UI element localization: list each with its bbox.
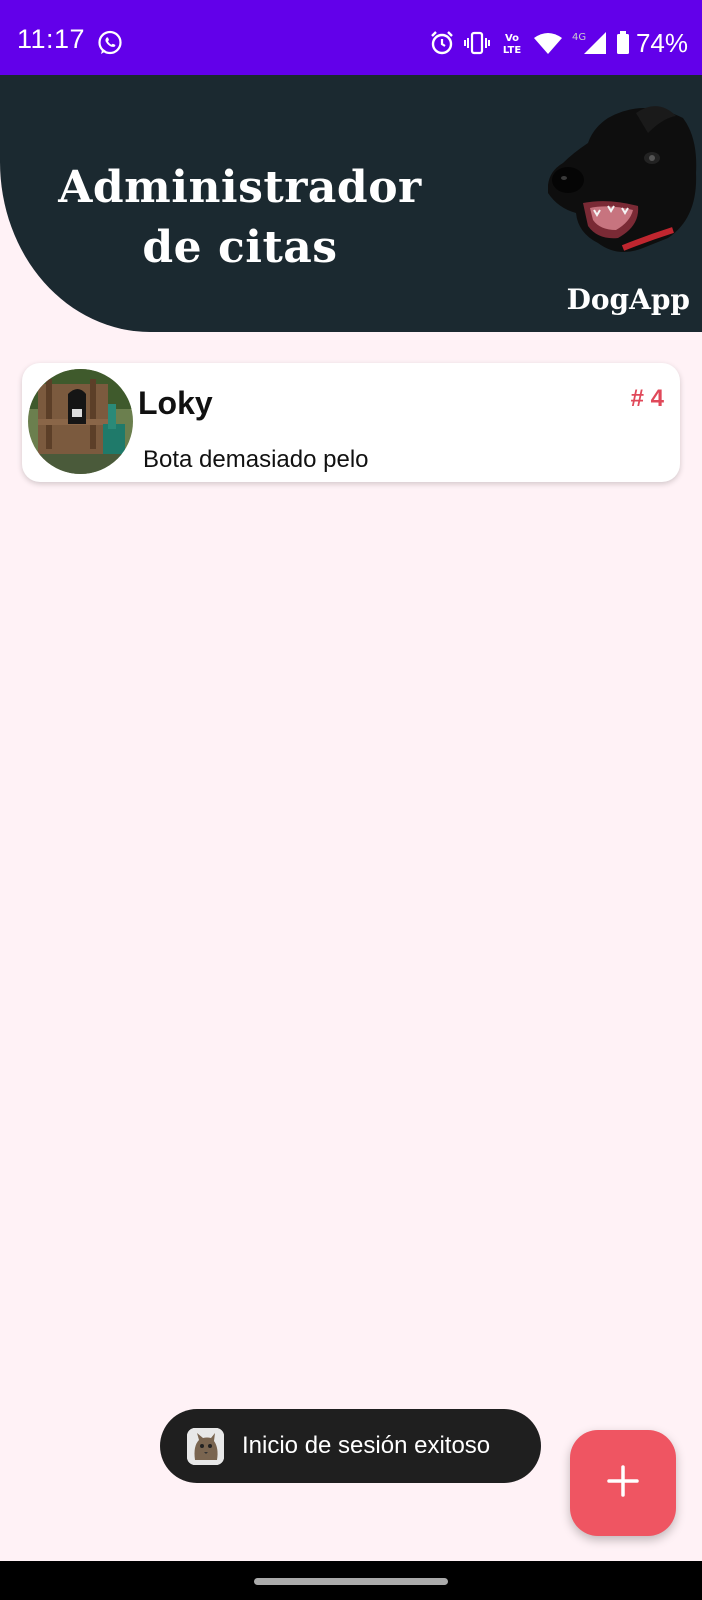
status-bar: 11:17 Vo LTE 4G 74% [0,0,702,75]
appointment-description: Bota demasiado pelo [143,446,369,473]
signal-4g-icon: 4G [572,30,606,56]
battery-percentage: 74% [635,27,688,58]
appointment-number: # 4 [630,385,664,412]
svg-text:Vo: Vo [505,33,519,44]
whatsapp-icon [97,30,123,56]
app-icon [187,1427,224,1465]
appointment-card[interactable]: Loky # 4 Bota demasiado pelo [22,363,680,482]
system-nav-bar [0,1561,702,1600]
plus-icon [606,1464,640,1503]
status-icons: Vo LTE 4G 74% [430,27,688,59]
title-line-2: de citas [142,222,338,273]
page-title: Administrador de citas [40,158,440,278]
vibrate-icon [463,31,490,55]
volte-icon: Vo LTE [500,30,524,56]
svg-text:4G: 4G [572,32,586,43]
home-gesture-handle[interactable] [254,1578,448,1585]
toast-message: Inicio de sesión exitoso [160,1409,541,1483]
pet-avatar [28,369,133,474]
battery-icon [616,31,630,55]
dog-head-image [547,98,698,268]
wifi-icon [533,32,562,54]
status-time: 11:17 [17,24,86,54]
add-appointment-button[interactable] [570,1430,676,1536]
app-header: Administrador de citas DogApp [0,75,702,332]
title-line-1: Administrador [58,162,422,213]
alarm-icon [430,30,454,56]
brand-name: DogApp [566,283,690,316]
svg-text:LTE: LTE [503,45,522,56]
toast-text: Inicio de sesión exitoso [242,1432,491,1459]
pet-name: Loky [138,385,213,421]
